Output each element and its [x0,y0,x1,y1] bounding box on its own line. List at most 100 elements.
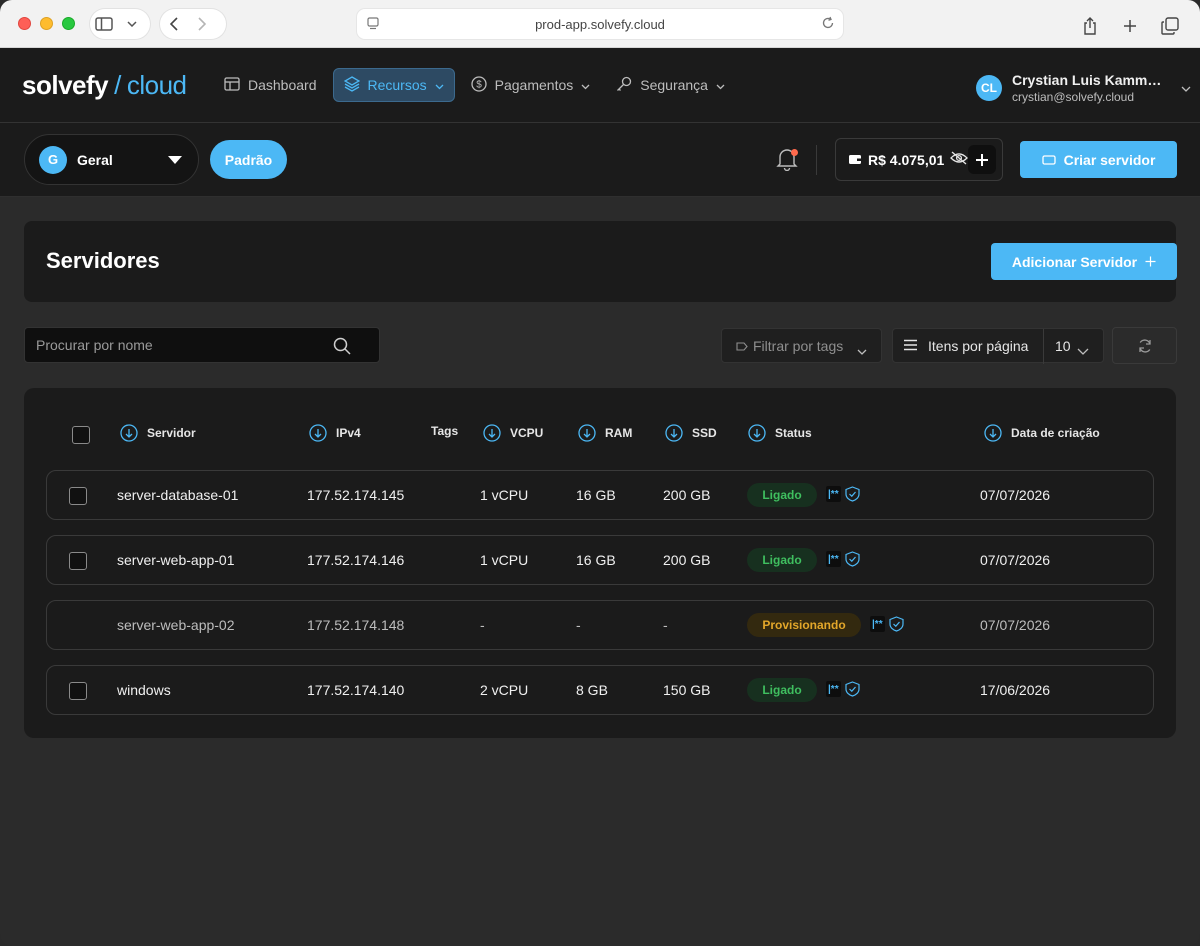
select-all-checkbox[interactable] [72,426,90,444]
server-created-date: 07/07/2026 [980,617,1051,633]
minimize-window-button[interactable] [40,17,53,30]
server-ip: 177.52.174.148 [307,617,405,633]
address-bar[interactable]: prod-app.solvefy.cloud [357,9,843,39]
page-header-card: Servidores Adicionar Servidor [24,221,1177,302]
sort-down-icon [665,424,683,442]
row-checkbox[interactable] [69,487,87,505]
column-label: Data de criação [1011,426,1100,440]
row-checkbox[interactable] [69,552,87,570]
nav-item-recursos[interactable]: Recursos [332,68,455,102]
nav-item-seguranca[interactable]: Segurança [606,68,735,102]
add-server-button[interactable]: Adicionar Servidor [991,243,1177,280]
server-icon [1041,152,1056,168]
table-row[interactable]: server-web-app-02 177.52.174.148 - - - P… [46,600,1154,650]
row-checkbox[interactable] [69,682,87,700]
column-header-vcpu[interactable]: VCPU [483,424,543,442]
sort-down-icon [984,424,1002,442]
dashboard-icon [224,76,240,94]
sidebar-toggle-group[interactable] [90,9,150,39]
project-selector[interactable]: G Geral [24,134,199,185]
column-header-ipv4[interactable]: IPv4 [309,424,361,442]
column-header-data-criacao[interactable]: Data de criação [984,424,1100,442]
password-icon[interactable]: |** [870,616,885,632]
column-header-ram[interactable]: RAM [578,424,632,442]
status-badge: Ligado [747,483,817,507]
key-icon [616,76,632,95]
url-text: prod-app.solvefy.cloud [535,16,665,32]
search-icon[interactable] [333,337,351,358]
column-label: Status [775,426,812,440]
nav-item-pagamentos[interactable]: $ Pagamentos [461,68,601,102]
sort-down-icon [748,424,766,442]
create-server-button[interactable]: Criar servidor [1020,141,1177,178]
shield-check-icon [888,616,904,632]
forward-icon[interactable] [188,10,216,38]
solvefy-logo[interactable]: solvefy / cloud [22,70,187,101]
password-icon[interactable]: |** [826,551,841,567]
table-row[interactable]: server-database-01 177.52.174.145 1 vCPU… [46,470,1154,520]
browser-actions [1076,12,1184,40]
password-icon[interactable]: |** [826,681,841,697]
column-header-servidor[interactable]: Servidor [120,424,196,442]
default-tag-button[interactable]: Padrão [210,140,287,179]
caret-down-icon [168,156,182,164]
server-vcpu: 1 vCPU [480,552,529,568]
sort-down-icon [483,424,501,442]
main-nav: Dashboard Recursos $ Pagamentos Seguranç… [214,68,735,102]
table-row[interactable]: windows 177.52.174.140 2 vCPU 8 GB 150 G… [46,665,1154,715]
server-created-date: 07/07/2026 [980,487,1051,503]
chevron-down-icon [435,77,444,93]
sort-down-icon [120,424,138,442]
sidebar-icon[interactable] [90,10,118,38]
chevron-down-icon [1077,342,1089,358]
server-name[interactable]: server-web-app-02 [117,617,235,633]
status-badge: Provisionando [747,613,861,637]
new-tab-icon[interactable] [1116,12,1144,40]
notification-dot [791,149,798,156]
balance-amount: R$ 4.075,01 [868,151,945,168]
search-input[interactable]: Procurar por nome [24,327,380,363]
items-per-page-select[interactable]: Itens por página 10 [892,328,1104,364]
filter-tags-select[interactable]: Filtrar por tags [721,328,882,363]
eye-off-icon[interactable] [950,151,969,168]
search-placeholder: Procurar por nome [36,337,153,353]
user-name: Crystian Luis Kamm… [1012,72,1162,88]
server-quick-actions: |** [826,551,860,567]
divider [1043,329,1044,364]
chevron-down-icon [581,77,590,93]
notifications-button[interactable] [776,147,798,176]
server-name[interactable]: server-web-app-01 [117,552,235,568]
divider [816,145,817,175]
reload-icon[interactable] [821,16,835,33]
logo-slash: / [114,70,121,100]
password-icon[interactable]: |** [826,486,841,502]
list-icon [903,338,918,354]
zoom-window-button[interactable] [62,17,75,30]
nav-label: Dashboard [248,77,317,93]
page-settings-icon[interactable] [367,17,379,33]
server-quick-actions: |** [826,681,860,697]
balance-widget: R$ 4.075,01 [835,138,1003,181]
back-icon[interactable] [160,10,188,38]
user-menu[interactable]: CL Crystian Luis Kamm… crystian@solvefy.… [976,72,1191,104]
column-header-status[interactable]: Status [748,424,812,442]
close-window-button[interactable] [18,17,31,30]
server-name[interactable]: server-database-01 [117,487,238,503]
nav-label: Recursos [367,77,427,93]
server-name[interactable]: windows [117,682,171,698]
filter-tags-label: Filtrar por tags [753,337,844,354]
status-badge: Ligado [747,678,817,702]
tab-overview-icon[interactable] [1156,12,1184,40]
server-ip: 177.52.174.146 [307,552,405,568]
add-credit-button[interactable] [968,145,996,174]
items-per-page-value[interactable]: 10 [1055,338,1071,354]
sort-down-icon [578,424,596,442]
column-header-ssd[interactable]: SSD [665,424,717,442]
column-label: Servidor [147,426,196,440]
refresh-button[interactable] [1112,327,1177,364]
table-row[interactable]: server-web-app-01 177.52.174.146 1 vCPU … [46,535,1154,585]
share-icon[interactable] [1076,12,1104,40]
nav-item-dashboard[interactable]: Dashboard [214,68,327,102]
server-quick-actions: |** [826,486,860,502]
chevron-down-icon[interactable] [118,10,146,38]
